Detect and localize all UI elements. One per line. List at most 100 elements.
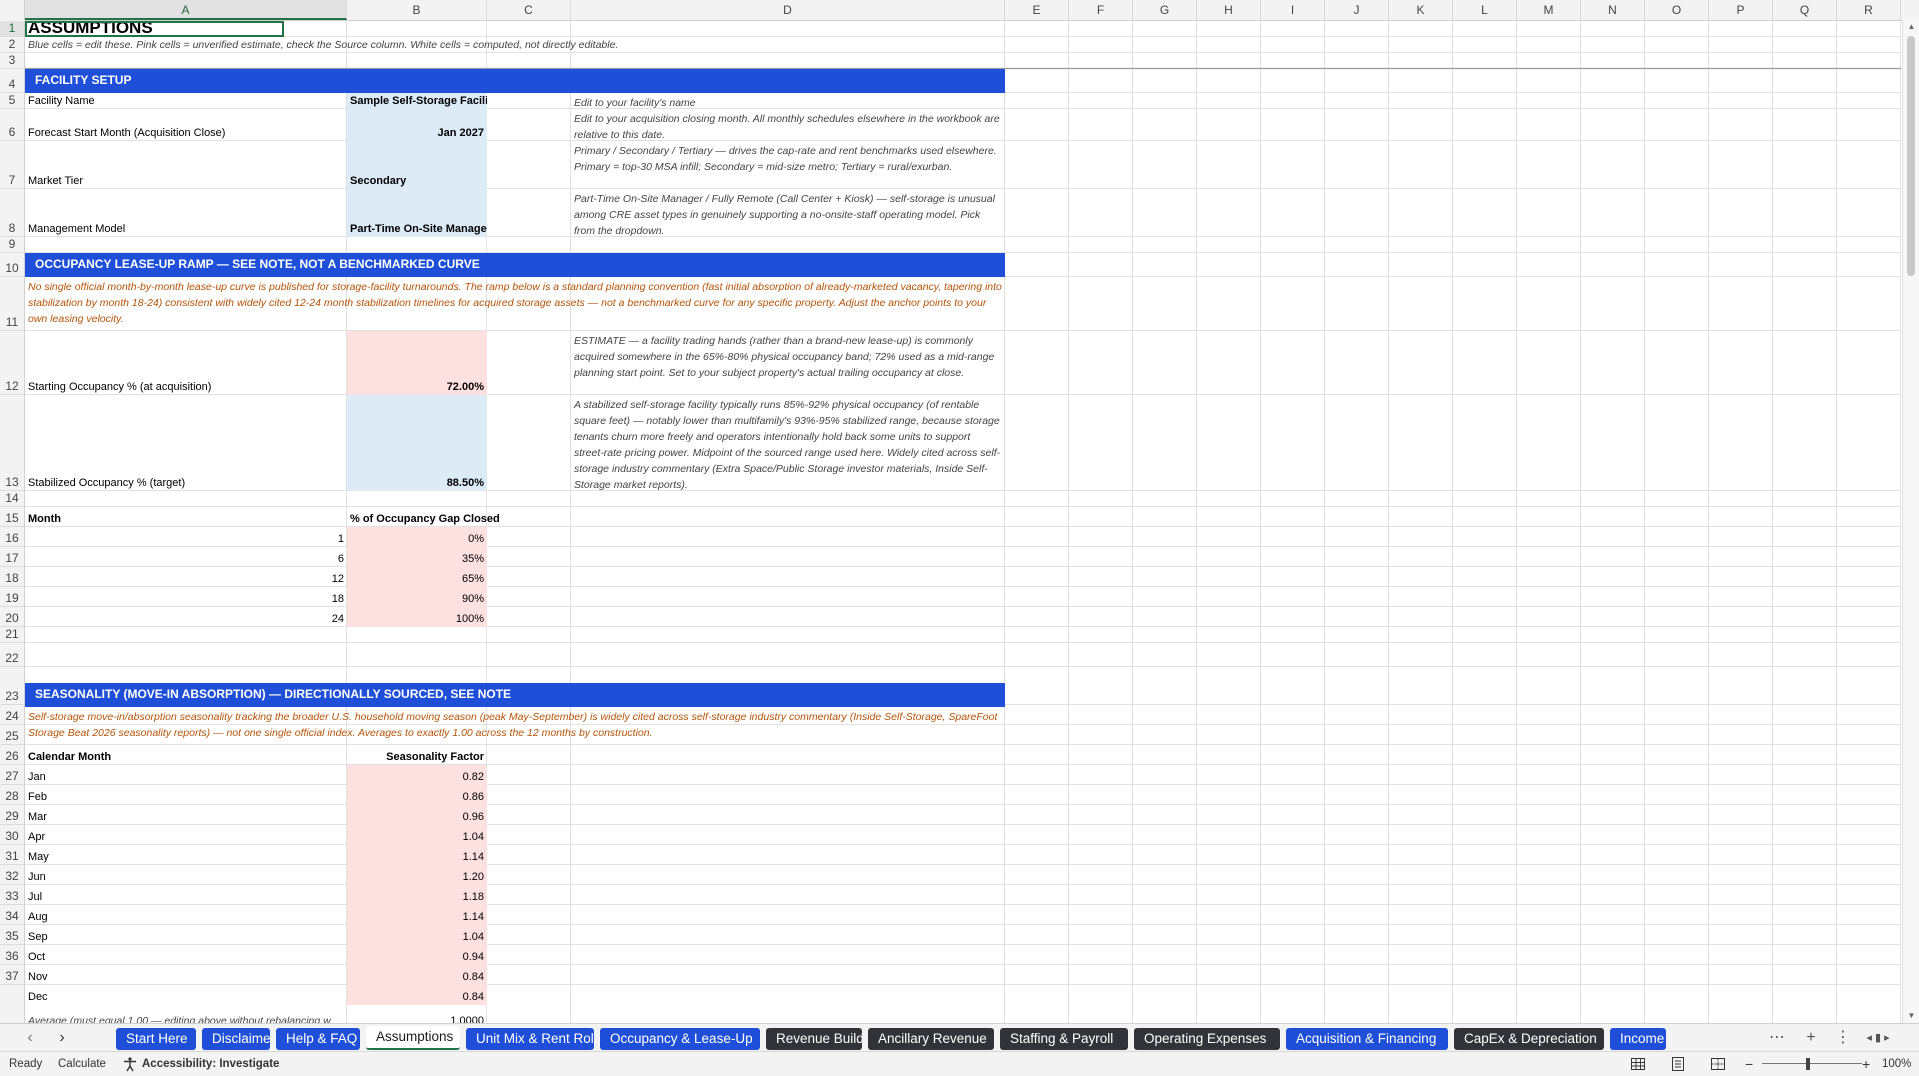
add-sheet-icon[interactable]: + bbox=[1800, 1024, 1822, 1052]
market-tier-input[interactable]: Secondary bbox=[347, 141, 487, 189]
scroll-down-icon[interactable]: ▼ bbox=[1903, 1009, 1919, 1023]
season-factor-cell[interactable]: 0.96 bbox=[347, 805, 487, 825]
management-model-label[interactable]: Management Model bbox=[25, 189, 347, 237]
season-factor-cell[interactable]: 1.20 bbox=[347, 865, 487, 885]
row-header-28[interactable]: 28 bbox=[0, 785, 24, 805]
row-header-4[interactable]: 4 bbox=[0, 69, 24, 93]
forecast-start-note[interactable]: Edit to your acquisition closing month. … bbox=[571, 109, 1005, 141]
sheet-tab[interactable]: Unit Mix & Rent Roll bbox=[466, 1028, 594, 1050]
season-month-cell[interactable]: Dec bbox=[25, 985, 347, 1005]
column-header-D[interactable]: D bbox=[571, 0, 1005, 20]
sheet-tab[interactable]: Disclaimer bbox=[202, 1028, 270, 1050]
column-header-M[interactable]: M bbox=[1517, 0, 1581, 20]
column-header-N[interactable]: N bbox=[1581, 0, 1645, 20]
season-month-cell[interactable]: May bbox=[25, 845, 347, 865]
scrollbar-thumb[interactable] bbox=[1907, 36, 1915, 276]
zoom-slider[interactable] bbox=[1762, 1063, 1862, 1064]
column-header-E[interactable]: E bbox=[1005, 0, 1069, 20]
row-header-24[interactable]: 24 bbox=[0, 705, 24, 725]
page-layout-icon[interactable] bbox=[1670, 1056, 1686, 1072]
row-header-21[interactable]: 21 bbox=[0, 627, 24, 643]
zoom-level[interactable]: 100% bbox=[1882, 1052, 1911, 1076]
season-month-cell[interactable]: Jan bbox=[25, 765, 347, 785]
column-header-O[interactable]: O bbox=[1645, 0, 1709, 20]
sheet-tab[interactable]: Ancillary Revenue bbox=[868, 1028, 994, 1050]
row-header-10[interactable]: 10 bbox=[0, 253, 24, 277]
management-model-input[interactable]: Part-Time On-Site Manager bbox=[347, 189, 487, 237]
sheet-tab[interactable]: Operating Expenses bbox=[1134, 1028, 1280, 1050]
season-month-cell[interactable]: Jul bbox=[25, 885, 347, 905]
season-factor-cell[interactable]: 1.04 bbox=[347, 925, 487, 945]
column-header-P[interactable]: P bbox=[1709, 0, 1773, 20]
season-factor-cell[interactable]: 0.82 bbox=[347, 765, 487, 785]
ramp-month-cell[interactable]: 18 bbox=[25, 587, 347, 607]
calculate-button[interactable]: Calculate bbox=[58, 1052, 106, 1076]
column-header-F[interactable]: F bbox=[1069, 0, 1133, 20]
row-header-15[interactable]: 15 bbox=[0, 507, 24, 527]
season-month-cell[interactable]: Sep bbox=[25, 925, 347, 945]
season-month-cell[interactable]: Nov bbox=[25, 965, 347, 985]
row-header-30[interactable]: 30 bbox=[0, 825, 24, 845]
row-header-26[interactable]: 26 bbox=[0, 745, 24, 765]
sheet-tab[interactable]: Help & FAQ bbox=[276, 1028, 360, 1050]
ramp-gap-cell[interactable]: 35% bbox=[347, 547, 487, 567]
ramp-month-cell[interactable]: 24 bbox=[25, 607, 347, 627]
accessibility-icon[interactable] bbox=[122, 1056, 138, 1072]
ramp-gap-cell[interactable]: 0% bbox=[347, 527, 487, 547]
row-header-5[interactable]: 5 bbox=[0, 93, 24, 109]
season-factor-cell[interactable]: 1.14 bbox=[347, 845, 487, 865]
column-header-K[interactable]: K bbox=[1389, 0, 1453, 20]
row-header-14[interactable]: 14 bbox=[0, 491, 24, 507]
sheet-tab[interactable]: Staffing & Payroll bbox=[1000, 1028, 1128, 1050]
season-month-cell[interactable]: Aug bbox=[25, 905, 347, 925]
row-header-25[interactable]: 25 bbox=[0, 725, 24, 745]
starting-occupancy-label[interactable]: Starting Occupancy % (at acquisition) bbox=[25, 331, 347, 395]
market-tier-note[interactable]: Primary / Secondary / Tertiary — drives … bbox=[571, 141, 1005, 189]
row-header-34[interactable]: 34 bbox=[0, 905, 24, 925]
sheet-tab[interactable]: Revenue Build bbox=[766, 1028, 862, 1050]
stabilized-occupancy-note[interactable]: A stabilized self-storage facility typic… bbox=[571, 395, 1005, 491]
sheet-tab[interactable]: Assumptions bbox=[366, 1026, 460, 1050]
row-header-6[interactable]: 6 bbox=[0, 109, 24, 141]
row-header-31[interactable]: 31 bbox=[0, 845, 24, 865]
facility-setup-header[interactable]: FACILITY SETUP bbox=[25, 69, 1005, 93]
row-header-32[interactable]: 32 bbox=[0, 865, 24, 885]
zoom-in-icon[interactable]: + bbox=[1862, 1052, 1870, 1076]
sheet-tab[interactable]: Start Here bbox=[116, 1028, 196, 1050]
ramp-month-cell[interactable]: 1 bbox=[25, 527, 347, 547]
season-factor-cell[interactable]: 0.86 bbox=[347, 785, 487, 805]
ramp-gap-cell[interactable]: 90% bbox=[347, 587, 487, 607]
season-factor-header[interactable]: Seasonality Factor bbox=[347, 745, 487, 765]
row-header-1[interactable]: 1 bbox=[0, 21, 24, 37]
column-header-H[interactable]: H bbox=[1197, 0, 1261, 20]
more-icon[interactable]: ⋯ bbox=[1766, 1024, 1788, 1052]
facility-name-input[interactable]: Sample Self-Storage Facility bbox=[347, 93, 487, 109]
row-header-29[interactable]: 29 bbox=[0, 805, 24, 825]
accessibility-status[interactable]: Accessibility: Investigate bbox=[142, 1052, 279, 1076]
season-factor-cell[interactable]: 0.94 bbox=[347, 945, 487, 965]
season-factor-cell[interactable]: 1.04 bbox=[347, 825, 487, 845]
column-header-R[interactable]: R bbox=[1837, 0, 1901, 20]
scroll-up-icon[interactable]: ▲ bbox=[1903, 20, 1919, 34]
row-header-13[interactable]: 13 bbox=[0, 395, 24, 491]
row-header-33[interactable]: 33 bbox=[0, 885, 24, 905]
row-header-35[interactable]: 35 bbox=[0, 925, 24, 945]
options-icon[interactable]: ⋮ bbox=[1832, 1024, 1854, 1052]
column-header-G[interactable]: G bbox=[1133, 0, 1197, 20]
normal-view-icon[interactable] bbox=[1630, 1056, 1646, 1072]
ramp-month-cell[interactable]: 6 bbox=[25, 547, 347, 567]
sheet-tab[interactable]: Income bbox=[1610, 1028, 1666, 1050]
row-header-17[interactable]: 17 bbox=[0, 547, 24, 567]
starting-occupancy-input[interactable]: 72.00% bbox=[347, 331, 487, 395]
row-header-37[interactable]: 37 bbox=[0, 965, 24, 985]
zoom-slider-thumb[interactable] bbox=[1806, 1058, 1810, 1070]
row-header-2[interactable]: 2 bbox=[0, 37, 24, 53]
row-header-23[interactable]: 23 bbox=[0, 667, 24, 705]
sheet-tab[interactable]: CapEx & Depreciation bbox=[1454, 1028, 1604, 1050]
facility-name-note[interactable]: Edit to your facility's name bbox=[571, 93, 1005, 109]
season-factor-cell[interactable]: 1.18 bbox=[347, 885, 487, 905]
season-month-cell[interactable]: Jun bbox=[25, 865, 347, 885]
season-month-cell[interactable]: Mar bbox=[25, 805, 347, 825]
row-header-20[interactable]: 20 bbox=[0, 607, 24, 627]
row-header-11[interactable]: 11 bbox=[0, 277, 24, 331]
